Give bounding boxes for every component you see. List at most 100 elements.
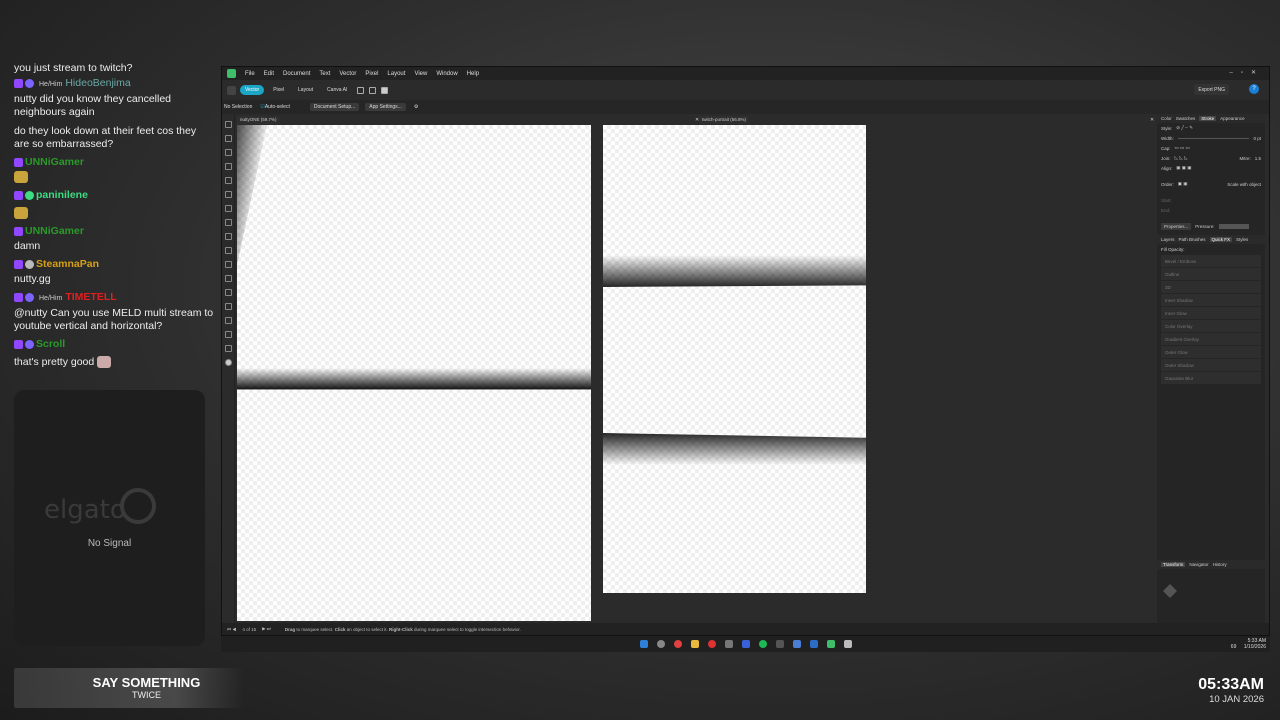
- gradient-tool-icon[interactable]: [225, 261, 232, 268]
- app-icon[interactable]: [843, 640, 852, 648]
- anchor-point-icon[interactable]: [1163, 584, 1177, 598]
- stroke-style-icons[interactable]: ⊘ ╱ ┄ ✎: [1176, 125, 1193, 131]
- tab-navigator[interactable]: Navigator: [1189, 562, 1208, 567]
- zoom-tool-icon[interactable]: [225, 345, 232, 352]
- fx-inner-glow[interactable]: Inner Glow: [1161, 307, 1261, 319]
- tab-swatches[interactable]: Swatches: [1176, 116, 1196, 121]
- knife-tool-icon[interactable]: [225, 303, 232, 310]
- text-tool-icon[interactable]: [225, 219, 232, 226]
- color-swatch-icon[interactable]: [225, 359, 232, 366]
- menu-layout[interactable]: Layout: [387, 71, 405, 77]
- fx-outer-glow[interactable]: Outer Glow: [1161, 346, 1261, 358]
- fx-gradient-overlay[interactable]: Gradient Overlay: [1161, 333, 1261, 345]
- arrange-icon[interactable]: [369, 86, 377, 94]
- folder-icon[interactable]: [690, 640, 699, 648]
- tab-history[interactable]: History: [1213, 562, 1227, 567]
- menu-help[interactable]: Help: [467, 71, 479, 77]
- obs-icon[interactable]: [707, 640, 716, 648]
- scale-with-object-label[interactable]: Scale with object: [1227, 182, 1261, 187]
- pen-tool-icon[interactable]: [225, 149, 232, 156]
- align-icons[interactable]: ▣ ▣ ▣: [1176, 165, 1191, 171]
- menu-vector[interactable]: Vector: [339, 71, 356, 77]
- fx-inner-shadow[interactable]: Inner Shadow: [1161, 294, 1261, 306]
- page-nav-next-icon[interactable]: ▶ ⏭: [262, 626, 271, 632]
- auto-select-label[interactable]: Auto-select: [265, 104, 290, 110]
- stroke-order-label: Order:: [1161, 181, 1174, 187]
- tab-close-icon[interactable]: ✕: [1147, 116, 1157, 124]
- menu-file[interactable]: File: [245, 71, 255, 77]
- menu-document[interactable]: Document: [283, 71, 310, 77]
- app-icon[interactable]: [775, 640, 784, 648]
- artboard-nuttyone[interactable]: [237, 125, 591, 621]
- tab-twitch-portrait[interactable]: twitch-portrait (56.8%): [699, 116, 750, 124]
- tray-date[interactable]: 1/10/2026: [1244, 644, 1266, 650]
- close-doc-icon[interactable]: [381, 86, 389, 94]
- fx-outline[interactable]: Outline: [1161, 268, 1261, 280]
- persona-canva-ai[interactable]: Canva AI: [322, 85, 352, 95]
- windows-start-icon[interactable]: [639, 640, 648, 648]
- persona-layout[interactable]: Layout: [293, 85, 318, 95]
- tab-nuttyone[interactable]: nuttyONE (59.7%): [237, 116, 280, 124]
- menu-pixel[interactable]: Pixel: [365, 71, 378, 77]
- eyedropper-tool-icon[interactable]: [225, 247, 232, 254]
- move-tool-icon[interactable]: [225, 121, 232, 128]
- color-picker-icon[interactable]: [225, 317, 232, 324]
- tab-stroke[interactable]: Stroke: [1199, 116, 1217, 121]
- help-icon[interactable]: ?: [1249, 84, 1259, 94]
- tab-appearance[interactable]: Appearance: [1220, 116, 1244, 121]
- menu-edit[interactable]: Edit: [264, 71, 274, 77]
- stroke-width-slider[interactable]: [1177, 137, 1250, 139]
- app-settings-button[interactable]: App Settings...: [365, 103, 406, 111]
- shield-app-icon[interactable]: [741, 640, 750, 648]
- properties-button[interactable]: Properties...: [1161, 222, 1192, 230]
- pressure-graph[interactable]: [1218, 223, 1249, 229]
- hand-tool-icon[interactable]: [225, 331, 232, 338]
- artboard-twitch-portrait[interactable]: [603, 125, 866, 593]
- brush-tool-icon[interactable]: [225, 177, 232, 184]
- spotify-icon[interactable]: [758, 640, 767, 648]
- tray-number[interactable]: 69: [1231, 644, 1237, 650]
- fx-color-overlay[interactable]: Color Overlay: [1161, 320, 1261, 332]
- fill-tool-icon[interactable]: [225, 191, 232, 198]
- place-image-icon[interactable]: [225, 289, 232, 296]
- fx-bevel-emboss[interactable]: Bevel / Emboss: [1161, 255, 1261, 267]
- fx-gaussian-blur[interactable]: Gaussian Blur: [1161, 372, 1261, 384]
- menu-window[interactable]: Window: [436, 71, 457, 77]
- node-tool-icon[interactable]: [225, 135, 232, 142]
- join-icons[interactable]: ◺ ◺ ◺: [1175, 155, 1188, 161]
- document-setup-button[interactable]: Document Setup...: [309, 103, 360, 111]
- persona-pixel[interactable]: Pixel: [268, 85, 289, 95]
- hint-text: an object to select it.: [346, 626, 388, 632]
- menu-view[interactable]: View: [414, 71, 427, 77]
- export-button[interactable]: Export PNG: [1194, 84, 1229, 95]
- more-icon[interactable]: [357, 86, 365, 94]
- tab-quick-fx[interactable]: Quick FX: [1209, 237, 1233, 242]
- crop-tool-icon[interactable]: [225, 233, 232, 240]
- chrome-icon[interactable]: [673, 640, 682, 648]
- stroke-width-value[interactable]: 0 pt: [1253, 136, 1261, 141]
- shape-tool-icon[interactable]: [225, 205, 232, 212]
- mitre-value[interactable]: 1.5: [1255, 156, 1261, 161]
- tab-layers[interactable]: Layers: [1161, 237, 1175, 242]
- gear-icon[interactable]: ⚙: [414, 104, 418, 110]
- affinity-icon[interactable]: [826, 640, 835, 648]
- pencil-tool-icon[interactable]: [225, 163, 232, 170]
- cap-icons[interactable]: ▭ ▭ ▭: [1175, 145, 1190, 151]
- browser-icon[interactable]: [656, 640, 665, 648]
- tab-path-brushes[interactable]: Path Brushes: [1179, 237, 1206, 242]
- tab-styles[interactable]: Styles: [1236, 237, 1248, 242]
- tab-transform[interactable]: Transform: [1161, 562, 1186, 567]
- fx-3d[interactable]: 3D: [1161, 281, 1261, 293]
- window-controls[interactable]: –▫✕: [1230, 69, 1265, 76]
- fx-outer-shadow[interactable]: Outer Shadow: [1161, 359, 1261, 371]
- page-nav-prev-icon[interactable]: ⏮ ◀: [227, 627, 236, 632]
- order-icons[interactable]: ▣ ▣: [1178, 181, 1188, 187]
- tab-color[interactable]: Color: [1161, 116, 1172, 121]
- app-icon[interactable]: [809, 640, 818, 648]
- app-icon[interactable]: [724, 640, 733, 648]
- persona-vector[interactable]: Vector: [240, 85, 265, 95]
- transparency-tool-icon[interactable]: [225, 275, 232, 282]
- pronoun-tag: He/Him: [39, 295, 63, 302]
- menu-text[interactable]: Text: [319, 71, 330, 77]
- app-icon[interactable]: [792, 640, 801, 648]
